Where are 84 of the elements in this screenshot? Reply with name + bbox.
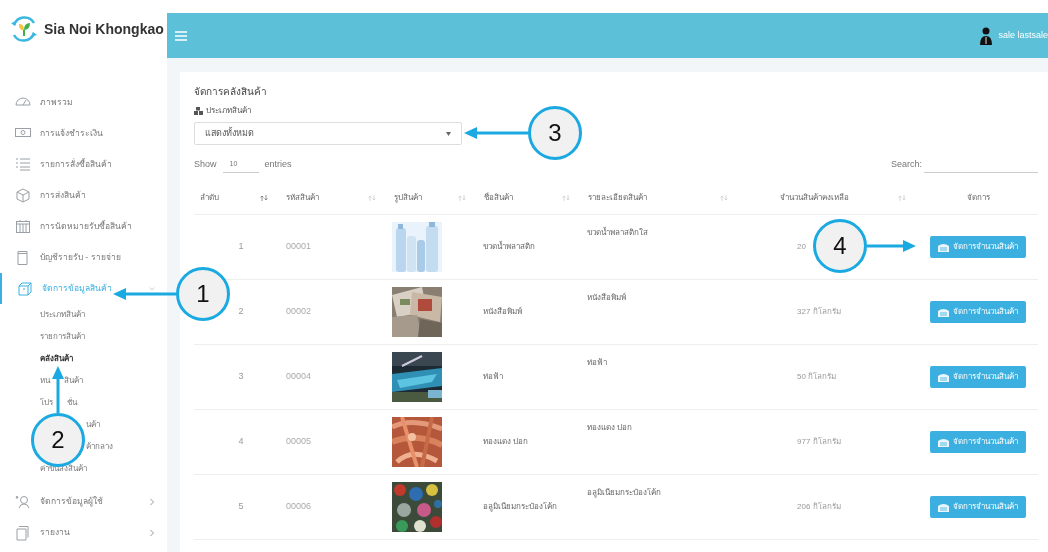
table-cell-text: หนังสือพิมพ์	[586, 292, 627, 304]
submenu-item-text[interactable]: ชั่น	[67, 398, 77, 408]
submenu-item[interactable]: คลังสินค้า	[40, 354, 73, 364]
warehouse-icon	[938, 307, 949, 317]
table-cell-text: 00002	[285, 305, 313, 319]
page-title: จัดการคลังสินค้า	[194, 86, 268, 98]
column-header[interactable]: ชื่อสินค้า	[484, 191, 513, 204]
filter-label: ประเภทสินค้า	[206, 105, 251, 117]
sidebar-item[interactable]: บัญชีรายรับ - รายจ่าย	[0, 242, 167, 273]
submenu-item[interactable]: หน	[40, 376, 50, 386]
search-label: Search:	[890, 158, 922, 172]
warehouse-icon	[938, 372, 949, 382]
calendar-icon	[15, 218, 31, 235]
table-cell-text: 4	[237, 435, 245, 449]
manage-stock-button[interactable]: จัดการจำนวนสินค้า	[930, 496, 1026, 518]
table-cell: 977 กิโลกรัม	[797, 436, 841, 448]
submenu-item[interactable]: นค้า	[86, 420, 100, 430]
sidebar-item[interactable]: การแจ้งชำระเงิน	[0, 118, 167, 149]
column-header[interactable]: ลำดับ	[200, 191, 219, 204]
sort-icon[interactable]	[898, 194, 906, 201]
sort-icon[interactable]	[368, 194, 376, 201]
list-icon	[15, 156, 31, 173]
users-icon	[15, 493, 31, 510]
table-cell-text: ท่อฟ้า	[586, 357, 608, 369]
callout-arrow	[864, 238, 918, 254]
table-cell-text: 3	[237, 370, 245, 384]
column-header[interactable]: รูปสินค้า	[394, 191, 422, 204]
book-icon	[15, 249, 31, 266]
sidebar-item[interactable]: ภาพรวม	[0, 87, 167, 118]
brand-name: Sia Noi Khongkao	[44, 19, 164, 39]
menu-icon[interactable]	[175, 30, 187, 41]
table-cell-text: ทองแดง ปอก	[482, 436, 530, 448]
sidebar-item[interactable]: รายงาน	[0, 517, 167, 548]
table-cell-text: ขวดน้ำพลาสติกใส	[586, 227, 649, 239]
sidebar-item[interactable]: จัดการข้อมูลผู้ใช้	[0, 486, 167, 517]
submenu-item[interactable]: ประเภทสินค้า	[40, 310, 85, 320]
manage-stock-button[interactable]: จัดการจำนวนสินค้า	[930, 431, 1026, 453]
table-cell-text: ทองแดง ปอก	[586, 422, 634, 434]
sidebar-item[interactable]: การนัดหมายรับซื้อสินค้า	[0, 211, 167, 242]
table-cell-text: 00005	[285, 435, 313, 449]
category-select[interactable]: แสดงทั้งหมด	[194, 122, 462, 145]
sort-icon[interactable]	[562, 194, 570, 201]
table-cell: 50 กิโลกรัม	[797, 371, 837, 383]
table-cell-text: อลูมิเนียมกระป๋องโค้ก	[482, 501, 558, 513]
warehouse-icon	[938, 242, 949, 252]
box-icon	[15, 187, 31, 204]
table-cell: 206 กิโลกรัม	[797, 501, 841, 513]
submenu-item[interactable]: รายการสินค้า	[40, 332, 85, 342]
table-cell-text: 00001	[285, 240, 313, 254]
sort-icon[interactable]	[260, 194, 268, 201]
package-icon	[17, 280, 33, 297]
warehouse-icon	[938, 437, 949, 447]
sort-icon[interactable]	[720, 194, 728, 201]
table-cell-text: 00006	[285, 500, 313, 514]
column-header[interactable]: จำนวนสินค้าคงเหลือ	[780, 191, 849, 204]
sidebar-item[interactable]: การส่งสินค้า	[0, 180, 167, 211]
table-cell-text: อลูมิเนียมกระป๋องโค้ก	[586, 487, 662, 499]
table-cell-text: ขวดน้ำพลาสติก	[482, 241, 536, 253]
caret-icon	[446, 131, 451, 136]
table-cell-text: 1	[237, 240, 245, 254]
manage-stock-button[interactable]: จัดการจำนวนสินค้า	[930, 366, 1026, 388]
submenu-item[interactable]: โปร	[40, 398, 53, 408]
table-cell-text: 2	[237, 305, 245, 319]
column-header[interactable]: รายละเอียดสินค้า	[588, 191, 647, 204]
sort-icon[interactable]	[458, 194, 466, 201]
boxes-icon	[194, 107, 203, 115]
user-icon	[980, 26, 993, 45]
entries-label: entries	[264, 158, 292, 172]
sidebar-item[interactable]: รายการสั่งซื้อสินค้า	[0, 149, 167, 180]
table-cell-text: 5	[237, 500, 245, 514]
submenu-item[interactable]: ค้ากลาง	[86, 442, 113, 452]
manage-stock-button[interactable]: จัดการจำนวนสินค้า	[930, 236, 1026, 258]
table-cell-text: 00004	[285, 370, 313, 384]
show-label: Show	[194, 158, 217, 172]
manage-stock-button[interactable]: จัดการจำนวนสินค้า	[930, 301, 1026, 323]
table-cell-text: ท่อฟ้า	[482, 371, 504, 383]
table-cell-text: หนังสือพิมพ์	[482, 306, 523, 318]
copy-icon	[15, 524, 31, 541]
submenu-item-text[interactable]: สินค้า	[64, 376, 83, 386]
warehouse-icon	[938, 502, 949, 512]
table-cell: 327 กิโลกรัม	[797, 306, 841, 318]
table-cell: 20	[797, 241, 806, 253]
column-header[interactable]: จัดการ	[966, 191, 990, 204]
column-header[interactable]: รหัสสินค้า	[286, 191, 319, 204]
